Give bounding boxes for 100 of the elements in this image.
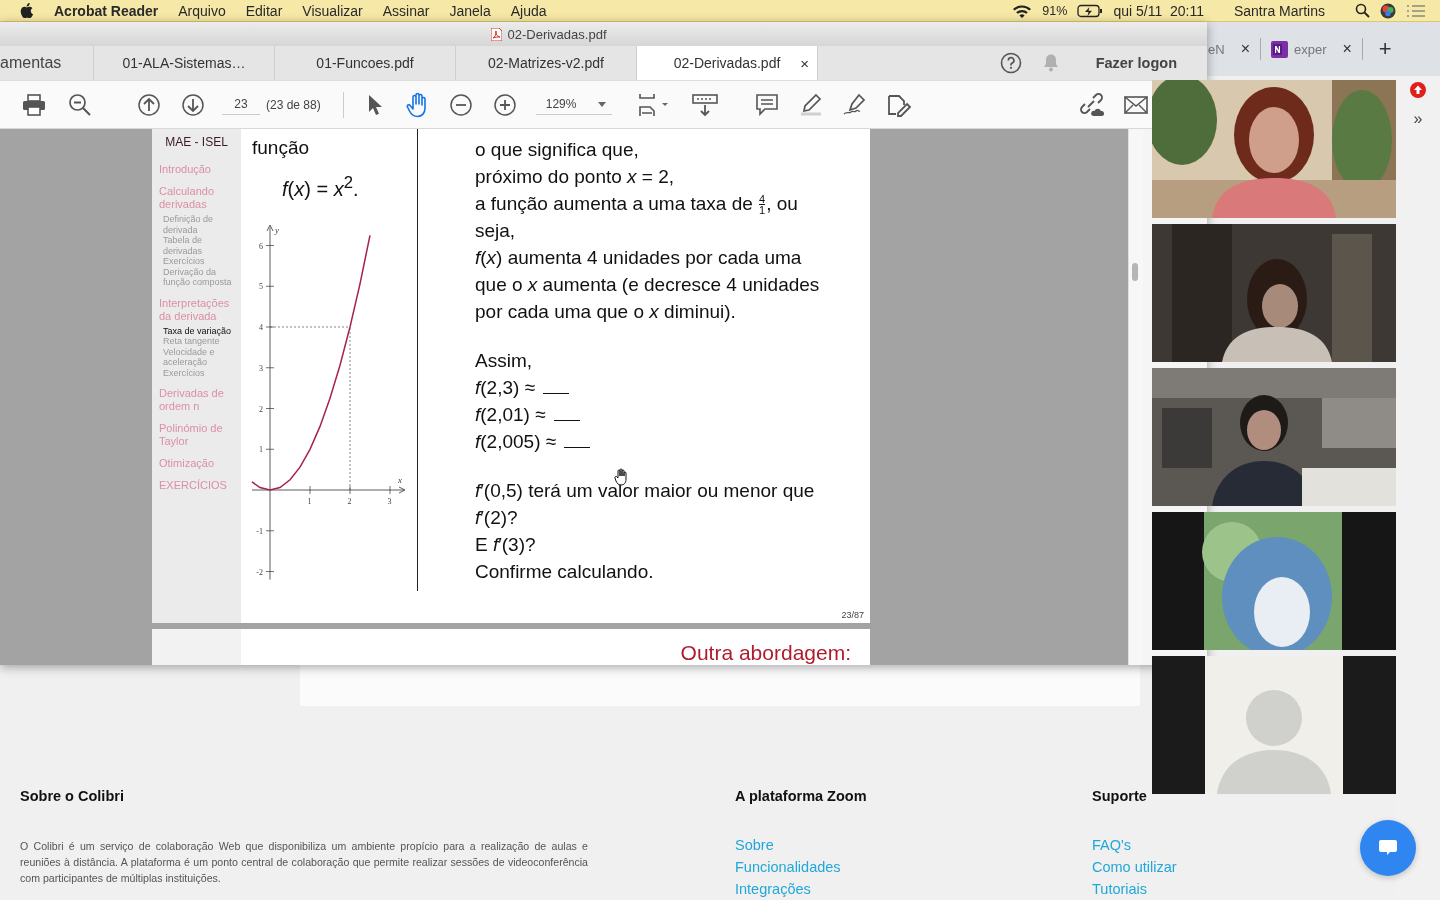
- page-number-field[interactable]: 23: [222, 94, 260, 115]
- y-tick: 3: [259, 363, 275, 373]
- slide-title: Outra abordagem:: [680, 641, 851, 665]
- document-tab[interactable]: 01-ALA-Sistemas…: [94, 46, 275, 80]
- help-icon[interactable]: [999, 52, 1022, 74]
- page-up-icon[interactable]: [138, 93, 160, 116]
- battery-icon[interactable]: [1077, 3, 1104, 18]
- slide-subtitle: MAE - ISEL: [165, 135, 228, 149]
- y-tick-label: -1: [256, 526, 263, 536]
- page-down-icon[interactable]: [182, 93, 204, 116]
- user-name[interactable]: Santra Martins: [1233, 2, 1325, 19]
- wifi-icon[interactable]: [1012, 3, 1033, 18]
- menu-item[interactable]: Assinar: [382, 2, 430, 19]
- x-tick-label: 3: [387, 496, 392, 506]
- slide-text: Assim,: [475, 349, 533, 373]
- close-tab-button[interactable]: ×: [800, 54, 809, 72]
- document-tab[interactable]: 01-Funcoes.pdf: [275, 46, 456, 80]
- close-tab-button[interactable]: ×: [1342, 40, 1352, 58]
- axis-label: x: [398, 474, 402, 485]
- sign-in-button[interactable]: Fazer logon: [1095, 55, 1177, 71]
- y-tick: 1: [259, 444, 275, 454]
- y-tick: 6: [259, 241, 275, 251]
- slide-text: que o x aumenta (e decresce 4 unidades: [475, 273, 820, 297]
- footer-paragraph: O Colibri é um serviço de colaboração Web que disponibiliza um ambiente propício para a realização de aulas e reuniões à distância. A plataforma é um ponto central de colaboração que permite realizar sessões de videoconferência com participantes de múltiplas instituições.: [20, 839, 588, 886]
- axis-label: y: [275, 224, 279, 235]
- slide-text: f(2,005) ≈: [475, 428, 820, 455]
- y-tick-label: 4: [259, 322, 263, 332]
- y-tick: 5: [259, 281, 275, 291]
- y-tick-label: 5: [259, 281, 263, 291]
- y-tick-label: 1: [259, 444, 263, 454]
- notebook-icon: [1270, 40, 1288, 58]
- x-tick-label: 1: [307, 496, 312, 506]
- color-orb-icon[interactable]: [1380, 2, 1396, 19]
- y-tick: -1: [256, 526, 275, 536]
- zoom-search-icon[interactable]: [68, 92, 92, 117]
- menu-item[interactable]: Arquivo: [178, 2, 226, 19]
- footer-heading: A plataforma Zoom: [735, 788, 867, 804]
- print-icon[interactable]: [22, 93, 46, 116]
- slide-text: seja,: [475, 219, 517, 243]
- search-icon[interactable]: [1355, 3, 1370, 18]
- page-number: 23/87: [841, 610, 864, 620]
- x-tick: 3: [387, 485, 392, 506]
- battery-percent: 91%: [1042, 3, 1068, 18]
- zoom-in-icon[interactable]: [493, 93, 516, 116]
- y-tick-label: 6: [259, 241, 263, 251]
- app-menu[interactable]: Acrobat Reader: [54, 2, 159, 19]
- pdf-file-icon: [490, 27, 502, 41]
- extensions-overflow-button[interactable]: »: [1413, 110, 1423, 128]
- slide-text: por cada uma que o x diminui).: [475, 300, 737, 324]
- zoom-dropdown[interactable]: 129%: [535, 94, 612, 115]
- comment-icon[interactable]: [755, 93, 778, 116]
- page-count: (23 de 88): [266, 97, 321, 112]
- y-tick: 2: [259, 404, 275, 414]
- slide-text: E f′(3)?: [475, 533, 537, 557]
- caret-icon: [597, 101, 606, 107]
- footer-heading: Sobre o Colibri: [20, 788, 124, 804]
- y-tick: -2: [256, 567, 275, 577]
- slide-text: Confirme calculando.: [475, 560, 655, 584]
- menu-item[interactable]: Ajuda: [510, 2, 547, 19]
- scrollbar[interactable]: [1128, 129, 1143, 665]
- window-title: 02-Derivadas.pdf: [507, 26, 607, 42]
- close-tab-button[interactable]: ×: [1240, 40, 1250, 58]
- slide-text: o que significa que,: [475, 138, 640, 162]
- page-fit-icon[interactable]: [637, 92, 670, 117]
- menu-item[interactable]: Editar: [245, 2, 283, 19]
- pen-icon[interactable]: [841, 92, 868, 117]
- apple-icon[interactable]: [20, 3, 33, 18]
- y-tick-label: -2: [256, 567, 263, 577]
- slide-text: função: [252, 137, 310, 159]
- slide-text: próximo do ponto x = 2,: [475, 165, 676, 189]
- tools-tab[interactable]: amentas: [0, 46, 94, 80]
- formula: f(x) = x$^{2}$.: [282, 173, 359, 201]
- chat-icon: [1378, 839, 1398, 857]
- y-tick: 4: [259, 322, 275, 332]
- slide-text: f(2,01) ≈: [475, 401, 820, 428]
- new-tab-button[interactable]: +: [1378, 36, 1392, 62]
- hand-cursor-icon: [614, 468, 630, 486]
- x-tick-label: 2: [347, 496, 352, 506]
- x-tick: 2: [347, 485, 352, 506]
- menu-item[interactable]: Visualizar: [302, 2, 363, 19]
- edit-document-icon[interactable]: [885, 92, 912, 117]
- upload-icon[interactable]: [1410, 82, 1426, 98]
- slide-text: f′(0,5) terá um valor maior ou menor que: [475, 479, 816, 503]
- slide-text: f′(2)?: [475, 506, 519, 530]
- slide-text: f(x) aumenta 4 unidades por cada uma: [475, 246, 803, 270]
- y-tick-label: 3: [259, 363, 263, 373]
- footer-heading: Suporte: [1092, 788, 1147, 804]
- clock[interactable]: qui 5/11 20:11: [1113, 2, 1204, 19]
- zoom-out-icon[interactable]: [449, 93, 472, 116]
- slide-text: f(2,3) ≈: [475, 374, 820, 401]
- chat-button[interactable]: [1360, 820, 1416, 876]
- browser-tab[interactable]: exper ×: [1260, 38, 1363, 60]
- scroll-mode-icon[interactable]: [691, 92, 718, 117]
- document-tab[interactable]: 02-Derivadas.pdf ×: [637, 46, 818, 80]
- mail-icon[interactable]: [1124, 95, 1148, 114]
- slide-nav-item[interactable]: Taxa de variação: [159, 325, 232, 336]
- x-tick: 1: [307, 485, 312, 506]
- menu-item[interactable]: Janela: [449, 2, 491, 19]
- cloud-link-icon[interactable]: [1078, 92, 1104, 117]
- y-tick-label: 2: [259, 404, 263, 414]
